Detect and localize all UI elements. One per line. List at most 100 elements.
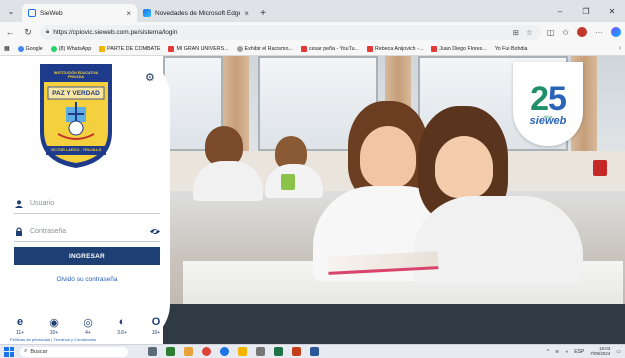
chevron-up-icon[interactable]: ^ xyxy=(547,349,549,355)
login-page: 25 Años sieweb INSTITUCIÓN EDUCATIVA PRI… xyxy=(0,56,625,344)
school-location: VÍCTOR LARCO - TRUJILLO xyxy=(50,148,102,152)
browser-version: 4+ xyxy=(85,330,91,336)
wifi-icon[interactable]: ≋ xyxy=(555,349,559,355)
copilot-icon[interactable] xyxy=(611,27,621,37)
school-crest: INSTITUCIÓN EDUCATIVA PRIVADA PAZ Y VERD… xyxy=(38,62,114,170)
bookmark-icon xyxy=(99,45,106,52)
firefox-icon: ◐ xyxy=(118,316,126,328)
reader-mode-icon[interactable]: ⊞ xyxy=(513,28,519,37)
bookmark-mi-gran-universo[interactable]: MI GRAN UNIVERS... xyxy=(168,45,229,52)
excel-icon[interactable] xyxy=(274,347,283,356)
bookmark-rebeca-anijovich[interactable]: Rebeca Anijovich -... xyxy=(366,45,423,52)
task-view-icon[interactable] xyxy=(148,347,157,356)
youtube-icon xyxy=(300,45,307,52)
edge-app-icon[interactable] xyxy=(220,347,229,356)
safari-icon: ◎ xyxy=(83,316,93,329)
show-password-icon[interactable] xyxy=(150,227,160,237)
maximize-icon[interactable]: ❐ xyxy=(573,7,599,16)
windows-start-icon[interactable] xyxy=(4,346,14,357)
browser-chrome: ◉ 10+ xyxy=(42,316,66,337)
tab-title: SieWeb xyxy=(40,9,63,17)
anniversary-badge: 25 Años sieweb xyxy=(513,62,583,146)
browser-opera: O 10+ xyxy=(144,316,168,336)
browser-safari: ◎ 4+ xyxy=(76,316,100,337)
gear-icon[interactable]: ⚙ xyxy=(145,71,155,84)
chrome-app-icon[interactable] xyxy=(202,347,211,356)
back-icon[interactable]: ← xyxy=(4,27,16,37)
privacy-terms-link[interactable]: Políticas de privacidad | Términos y Con… xyxy=(10,337,160,342)
forgot-password-link[interactable]: Olvidó su contraseña xyxy=(14,276,160,283)
bookmarks-bar: ▦ Google (8) WhatsApp PARTE DE COMBATE M… xyxy=(0,42,625,56)
notifications-icon[interactable]: ▭ xyxy=(616,349,621,355)
login-button[interactable]: INGRESAR xyxy=(14,247,160,265)
bookmark-exhibir-racismo[interactable]: Exhibir el Racismo... xyxy=(236,45,293,52)
whatsapp-icon xyxy=(50,45,57,52)
refresh-icon[interactable]: ↻ xyxy=(22,27,34,38)
address-bar: ← ↻ 🔒︎ https://cpiovic.sieweb.com.pe/sis… xyxy=(0,22,625,42)
red-bin xyxy=(593,160,607,176)
windows-taskbar: ⌕ Buscar ^ ≋ ◖ ESP 18:03 7/09/2024 ▭ xyxy=(0,344,625,358)
edge-icon: e xyxy=(16,316,24,328)
new-tab-button[interactable]: + xyxy=(255,4,271,22)
photos-icon[interactable] xyxy=(184,347,193,356)
favorite-star-icon[interactable]: ☆ xyxy=(526,28,533,37)
bookmark-juan-diego-flores[interactable]: Juan Diego Flores... xyxy=(431,45,487,52)
bookmark-whatsapp[interactable]: (8) WhatsApp xyxy=(50,45,91,52)
close-tab-icon[interactable]: × xyxy=(244,9,249,18)
tab-sieweb[interactable]: SieWeb × xyxy=(22,4,137,22)
minimize-icon[interactable]: – xyxy=(547,7,573,16)
taskbar-apps xyxy=(148,347,319,356)
youtube-icon xyxy=(366,45,373,52)
browser-tab-strip: ⌄ SieWeb × Novedades de Microsoft Edge ×… xyxy=(0,0,625,22)
youtube-icon xyxy=(168,45,175,52)
store-icon[interactable] xyxy=(256,347,265,356)
badge-number: 25 xyxy=(530,79,567,118)
green-cup xyxy=(281,174,295,190)
sieweb-favicon-icon xyxy=(28,9,36,17)
bookmark-parte-de-combate[interactable]: PARTE DE COMBATE xyxy=(99,45,160,52)
volume-icon[interactable]: ◖ xyxy=(565,349,568,355)
favorites-icon[interactable]: ✩ xyxy=(562,28,569,37)
desk-front xyxy=(163,304,625,344)
tab-edge-news[interactable]: Novedades de Microsoft Edge × xyxy=(137,4,255,22)
widgets-icon[interactable] xyxy=(166,347,175,356)
url-field[interactable]: 🔒︎ https://cpiovic.sieweb.com.pe/sistema… xyxy=(40,24,541,40)
lock-icon[interactable]: 🔒︎ xyxy=(46,29,49,36)
password-placeholder: Contraseña xyxy=(30,228,67,235)
window-controls: – ❐ ✕ xyxy=(547,0,625,22)
browser-version: 11+ xyxy=(15,330,25,336)
language-indicator[interactable]: ESP xyxy=(574,349,584,355)
sieweb-logo: sieweb xyxy=(529,114,567,127)
more-options-icon[interactable]: ··· xyxy=(595,28,603,37)
clock-date: 7/09/2024 xyxy=(590,350,611,356)
system-tray: ^ ≋ ◖ ESP 18:03 7/09/2024 ▭ xyxy=(547,346,621,357)
split-screen-icon[interactable]: ◫ xyxy=(547,28,555,37)
google-icon xyxy=(17,45,24,52)
school-name: INSTITUCIÓN EDUCATIVA PRIVADA xyxy=(53,71,99,79)
tab-actions-icon[interactable]: ⌄ xyxy=(0,0,22,22)
profile-avatar[interactable] xyxy=(577,27,587,37)
close-window-icon[interactable]: ✕ xyxy=(599,7,625,16)
bookmark-google[interactable]: Google xyxy=(17,45,43,52)
file-explorer-icon[interactable] xyxy=(238,347,247,356)
browser-version: 3.6+ xyxy=(117,330,127,336)
classroom-photo: 25 Años sieweb xyxy=(163,56,625,344)
taskbar-search[interactable]: ⌕ Buscar xyxy=(20,346,128,357)
taskbar-search-placeholder: Buscar xyxy=(30,348,48,355)
supported-browsers: e 11+ ◉ 10+ ◎ 4+ ◐ 3.6+ O 10+ xyxy=(8,316,168,336)
powerpoint-icon[interactable] xyxy=(292,347,301,356)
close-tab-icon[interactable]: × xyxy=(126,9,131,18)
word-icon[interactable] xyxy=(310,347,319,356)
user-icon xyxy=(14,199,24,208)
username-field[interactable]: Usuario xyxy=(14,194,160,214)
bookmark-cesar-pena[interactable]: cesar peña - YouTu... xyxy=(300,45,359,52)
browser-edge: e 11+ xyxy=(8,316,32,336)
apps-grid-icon[interactable]: ▦ xyxy=(4,45,10,52)
taskbar-clock[interactable]: 18:03 7/09/2024 xyxy=(590,346,611,357)
bookmark-icon xyxy=(236,45,243,52)
login-panel: INSTITUCIÓN EDUCATIVA PRIVADA PAZ Y VERD… xyxy=(0,56,170,344)
chevron-right-icon[interactable]: › xyxy=(619,45,621,52)
password-field[interactable]: Contraseña xyxy=(14,222,160,242)
edge-favicon-icon xyxy=(143,9,151,17)
bookmark-yo-fui-bohdia[interactable]: Yo Fui Bohdia xyxy=(495,46,528,52)
